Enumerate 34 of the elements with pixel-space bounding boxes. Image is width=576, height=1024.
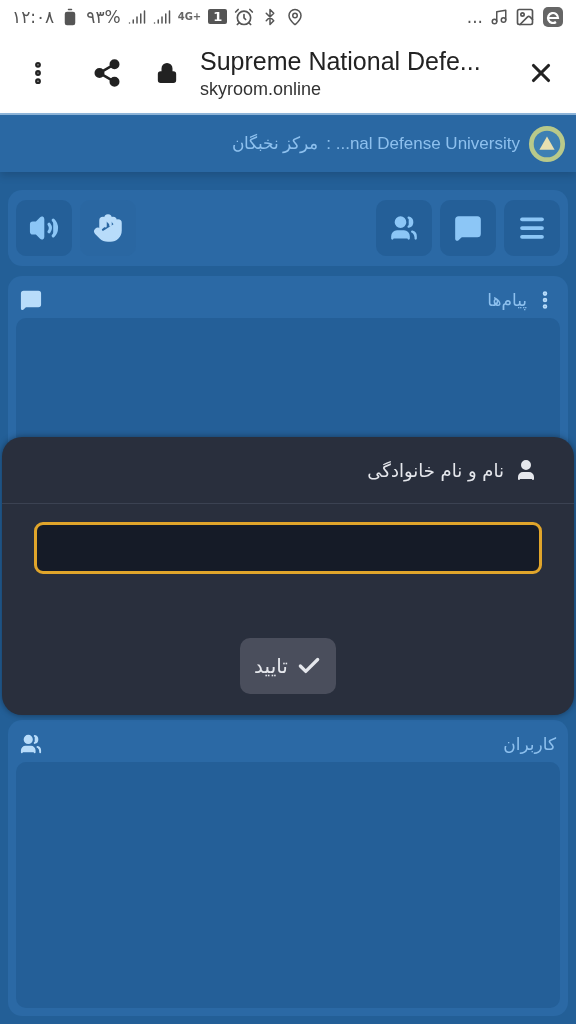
page-url: skyroom.online (200, 79, 323, 100)
sim-badge: 1 (208, 9, 228, 25)
menu-button[interactable] (504, 200, 560, 256)
chat-button[interactable] (440, 200, 496, 256)
users-icon (390, 214, 418, 242)
signal-icon (152, 7, 171, 26)
name-input[interactable] (34, 522, 542, 574)
image-icon (515, 6, 535, 27)
hand-icon (93, 213, 123, 243)
music-note-icon (490, 7, 508, 26)
more-notifications: ... (466, 6, 483, 27)
chat-icon (454, 214, 482, 242)
confirm-button[interactable]: تایید (240, 638, 336, 694)
speaker-button[interactable] (16, 200, 72, 256)
page-title: Supreme National Defe... (200, 47, 482, 76)
university-name: : ...nal Defense University (326, 133, 520, 154)
chat-icon (20, 289, 42, 311)
app-icon (542, 5, 564, 28)
lock-icon (156, 62, 178, 85)
dialog-title: نام و نام خانوادگی (367, 459, 504, 481)
location-icon (286, 7, 305, 26)
battery-percent: ۹۳% (86, 6, 121, 27)
speaker-icon (29, 213, 59, 243)
center-name: مرکز نخبگان (231, 133, 319, 155)
university-logo (528, 124, 566, 163)
users-button[interactable] (376, 200, 432, 256)
panel-title: پیام‌ها (487, 290, 527, 310)
users-icon (20, 733, 42, 755)
alarm-icon (234, 6, 255, 27)
clock: ۱۲:۰۸ (12, 6, 55, 27)
panel-title: کاربران (503, 734, 556, 754)
signal-icon (127, 7, 146, 26)
network-type: 4G+ (177, 11, 202, 23)
share-icon[interactable] (92, 58, 122, 89)
